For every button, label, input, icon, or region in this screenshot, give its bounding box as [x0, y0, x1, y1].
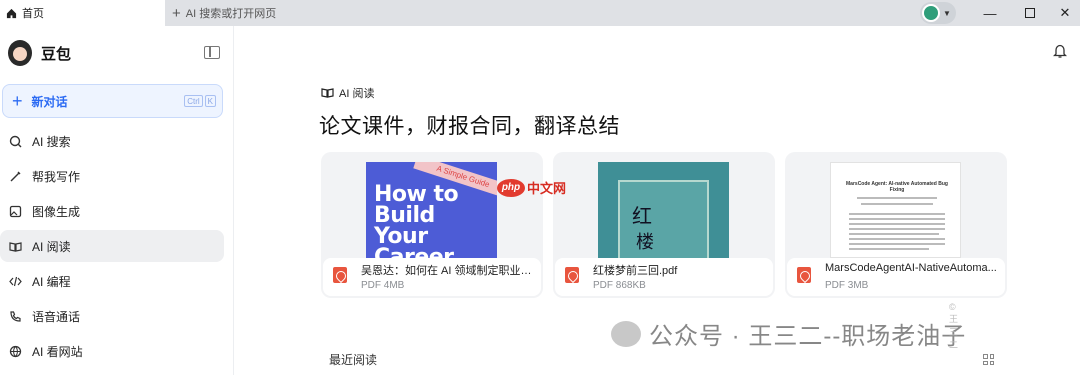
avatar	[922, 4, 940, 22]
read-icon	[8, 239, 22, 253]
document-card[interactable]: 红 楼 红楼梦前三回.pdf PDF 868KB	[553, 152, 775, 298]
document-name: MarsCodeAgentAI-NativeAutoma...	[825, 262, 997, 274]
document-name: 红楼梦前三回.pdf	[593, 265, 678, 277]
new-chat-label: 新对话	[31, 94, 68, 109]
browser-titlebar: 首页 + AI 搜索或打开网页 ▼ — ✕	[0, 0, 1080, 26]
sidebar-item-web-view[interactable]: AI 看网站	[0, 335, 224, 367]
php-logo: php	[497, 178, 525, 197]
sidebar-item-ai-reading[interactable]: AI 阅读	[0, 230, 224, 262]
document-cover: 红 楼	[598, 162, 729, 258]
wechat-icon	[611, 320, 641, 347]
sidebar-item-writing[interactable]: 帮我写作	[0, 160, 224, 192]
sidebar-item-label: 语音通话	[32, 309, 81, 324]
sidebar-item-voice-call[interactable]: 语音通话	[0, 300, 224, 332]
watermark-text: 公众号 · 王三二--职场老油子	[649, 323, 967, 350]
wechat-watermark: 公众号 · 王三二--职场老油子 © 王三二	[611, 302, 967, 351]
cover-title: 红	[632, 204, 652, 228]
pen-icon	[8, 169, 22, 183]
shortcut-key: Ctrl	[184, 95, 203, 107]
php-watermark: php 中文网	[497, 178, 566, 197]
sidebar-item-image-gen[interactable]: 图像生成	[0, 195, 224, 227]
new-tab-search[interactable]: + AI 搜索或打开网页	[172, 0, 276, 26]
sidebar-item-label: AI 编程	[32, 274, 71, 289]
bell-icon[interactable]	[1053, 43, 1067, 59]
document-cover: A Simple Guide How to Build Your Career	[366, 162, 497, 258]
sidebar-item-coding[interactable]: AI 编程	[0, 265, 224, 297]
ai-search-icon	[8, 134, 22, 148]
tab-home[interactable]: 首页	[0, 0, 165, 26]
document-info: 红楼梦前三回.pdf PDF 868KB	[555, 258, 773, 296]
profile-button[interactable]: ▼	[920, 2, 956, 24]
document-meta: PDF 4MB	[361, 280, 405, 291]
home-icon	[6, 8, 17, 18]
pdf-icon	[333, 267, 347, 283]
plus-icon: +	[172, 4, 181, 22]
read-icon	[321, 88, 334, 98]
shortcut-key: K	[204, 95, 216, 107]
document-card[interactable]: A Simple Guide How to Build Your Career …	[321, 152, 543, 298]
watermark-small-text: © 王三二	[949, 302, 959, 350]
sidebar-item-label: AI 搜索	[32, 134, 71, 149]
sidebar-collapse-icon[interactable]	[204, 46, 220, 59]
avatar	[8, 40, 32, 66]
sidebar-item-label: 图像生成	[32, 204, 81, 219]
sidebar-item-label: 帮我写作	[32, 169, 81, 184]
profile[interactable]: 豆包	[8, 40, 71, 66]
minimize-button[interactable]: —	[970, 0, 1010, 26]
new-chat-button[interactable]: + 新对话 Ctrl K	[2, 84, 223, 118]
minimize-icon: —	[983, 5, 997, 21]
document-card[interactable]: MarsCode Agent: AI-native Automated Bug …	[785, 152, 1007, 298]
sidebar-item-ai-search[interactable]: AI 搜索	[0, 125, 224, 157]
new-tab-label: AI 搜索或打开网页	[185, 8, 277, 20]
section-tag-label: AI 阅读	[339, 88, 375, 100]
tab-home-label: 首页	[22, 8, 44, 20]
page-title: 论文课件，财报合同，翻译总结	[319, 115, 620, 138]
cover-title: MarsCode Agent: AI-native Automated Bug …	[846, 181, 948, 193]
close-button[interactable]: ✕	[1045, 0, 1080, 26]
profile-name: 豆包	[41, 45, 72, 63]
pdf-icon	[797, 267, 811, 283]
plus-icon: +	[12, 91, 23, 111]
globe-icon	[8, 344, 22, 358]
php-watermark-text: 中文网	[527, 181, 567, 196]
section-tag: AI 阅读	[321, 85, 374, 101]
document-cover: MarsCode Agent: AI-native Automated Bug …	[830, 162, 961, 258]
document-name: 吴恩达：如何在 AI 领域制定职业规...	[361, 265, 537, 277]
sidebar-item-label: AI 看网站	[32, 344, 83, 359]
document-info: 吴恩达：如何在 AI 领域制定职业规... PDF 4MB	[323, 258, 541, 296]
image-icon	[8, 204, 22, 218]
cover-title: 楼	[636, 232, 654, 253]
chevron-down-icon: ▼	[943, 8, 951, 18]
pdf-icon	[565, 267, 579, 283]
main-content: AI 阅读 论文课件，财报合同，翻译总结 A Simple Guide How …	[235, 26, 1080, 375]
maximize-button[interactable]	[1010, 0, 1050, 26]
close-icon: ✕	[1059, 5, 1071, 20]
maximize-icon	[1025, 8, 1035, 18]
document-meta: PDF 868KB	[593, 280, 646, 291]
grid-view-icon[interactable]	[983, 354, 994, 365]
document-info: MarsCodeAgentAI-NativeAutoma... PDF 3MB	[787, 258, 1005, 296]
phone-icon	[8, 309, 22, 323]
recent-reading-label: 最近阅读	[329, 353, 378, 367]
sidebar: 豆包 + 新对话 Ctrl K AI 搜索 帮我写作 图像生成 AI 阅读 AI…	[0, 26, 234, 375]
cover-title: How to Build Your Career	[374, 182, 459, 259]
document-meta: PDF 3MB	[825, 280, 869, 291]
sidebar-item-label: AI 阅读	[32, 239, 71, 254]
shortcut-hint: Ctrl K	[184, 95, 216, 107]
code-icon	[8, 274, 22, 288]
